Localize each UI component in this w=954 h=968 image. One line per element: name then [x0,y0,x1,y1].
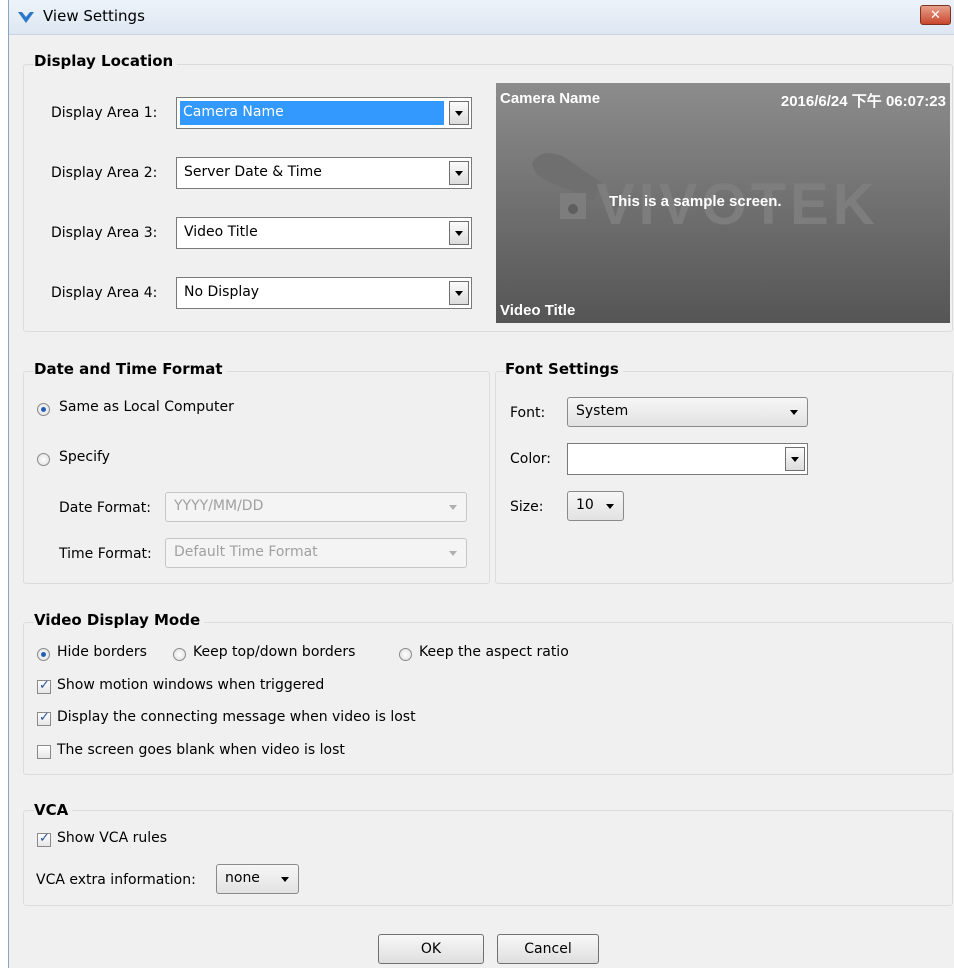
vivotek-app-icon [18,12,34,23]
display-area-1-label: Display Area 1: [51,105,158,121]
font-settings-title: Font Settings [505,360,623,378]
time-format-value: Default Time Format [174,544,318,560]
color-label: Color: [510,451,552,467]
show-vca-rules-label[interactable]: Show VCA rules [57,830,167,846]
display-area-2-label: Display Area 2: [51,165,158,181]
display-connecting-label[interactable]: Display the connecting message when vide… [57,709,416,725]
preview-sample-text: This is a sample screen. [609,193,782,210]
screen-blank-checkbox[interactable] [37,745,51,759]
screen-blank-label[interactable]: The screen goes blank when video is lost [57,742,345,758]
vca-group [23,810,953,906]
size-label: Size: [510,499,544,515]
specify-radio[interactable] [37,453,50,466]
font-value: System [576,403,629,419]
color-select[interactable] [567,443,808,475]
window-title: View Settings [43,7,145,25]
chevron-down-icon[interactable] [449,101,469,125]
view-settings-dialog: View Settings ✕ Display Location Display… [8,0,954,968]
date-format-select[interactable]: YYYY/MM/DD [165,492,467,522]
date-time-format-title: Date and Time Format [34,360,227,378]
display-area-2-select[interactable]: Server Date & Time [176,157,472,189]
hide-borders-radio[interactable] [37,648,50,661]
date-format-label: Date Format: [59,500,151,516]
vca-title: VCA [34,801,73,819]
chevron-down-icon [446,493,460,521]
show-motion-label[interactable]: Show motion windows when triggered [57,677,324,693]
title-bar[interactable]: View Settings ✕ [9,0,954,35]
time-format-select[interactable]: Default Time Format [165,538,467,568]
preview-datetime: 2016/6/24 下午 06:07:23 [780,93,946,110]
display-location-title: Display Location [34,52,178,70]
chevron-down-icon [603,492,617,520]
keep-aspect-radio[interactable] [399,648,412,661]
cancel-button[interactable]: Cancel [497,934,599,964]
specify-label[interactable]: Specify [59,449,110,465]
chevron-down-icon[interactable] [449,161,469,185]
display-area-1-value: Camera Name [183,104,284,120]
display-area-4-select[interactable]: No Display [176,277,472,309]
time-format-label: Time Format: [59,546,152,562]
display-area-3-label: Display Area 3: [51,225,158,241]
font-select[interactable]: System [567,397,808,427]
close-button[interactable]: ✕ [920,5,951,25]
chevron-down-icon[interactable] [449,221,469,245]
chevron-down-icon[interactable] [449,281,469,305]
chevron-down-icon[interactable] [785,447,805,471]
chevron-down-icon [787,398,801,426]
date-format-value: YYYY/MM/DD [174,498,264,514]
chevron-down-icon [278,865,292,893]
display-connecting-checkbox[interactable] [37,710,51,726]
keep-top-down-label[interactable]: Keep top/down borders [193,644,355,660]
font-label: Font: [510,405,546,421]
close-icon: ✕ [930,8,941,23]
display-area-3-select[interactable]: Video Title [176,217,472,249]
display-area-1-select[interactable]: Camera Name [176,97,472,129]
sample-preview: VIVOTEK Camera Name 2016/6/24 下午 06:07:2… [496,83,950,323]
hide-borders-label[interactable]: Hide borders [57,644,147,660]
keep-top-down-radio[interactable] [173,648,186,661]
ok-button[interactable]: OK [378,934,484,964]
video-display-mode-title: Video Display Mode [34,611,205,629]
size-value: 10 [576,497,594,513]
show-motion-checkbox[interactable] [37,678,51,694]
display-area-2-value: Server Date & Time [184,164,322,180]
size-select[interactable]: 10 [567,491,624,521]
preview-camera-name: Camera Name [500,90,601,107]
keep-aspect-label[interactable]: Keep the aspect ratio [419,644,569,660]
display-area-3-value: Video Title [184,224,258,240]
show-vca-rules-checkbox[interactable] [37,831,51,847]
display-area-4-value: No Display [184,284,260,300]
vca-extra-label: VCA extra information: [36,872,196,888]
preview-video-title: Video Title [500,302,576,319]
same-as-local-radio[interactable] [37,403,50,416]
same-as-local-label[interactable]: Same as Local Computer [59,399,234,415]
vca-extra-value: none [225,870,260,886]
display-area-4-label: Display Area 4: [51,285,158,301]
chevron-down-icon [446,539,460,567]
vca-extra-select[interactable]: none [216,864,299,894]
